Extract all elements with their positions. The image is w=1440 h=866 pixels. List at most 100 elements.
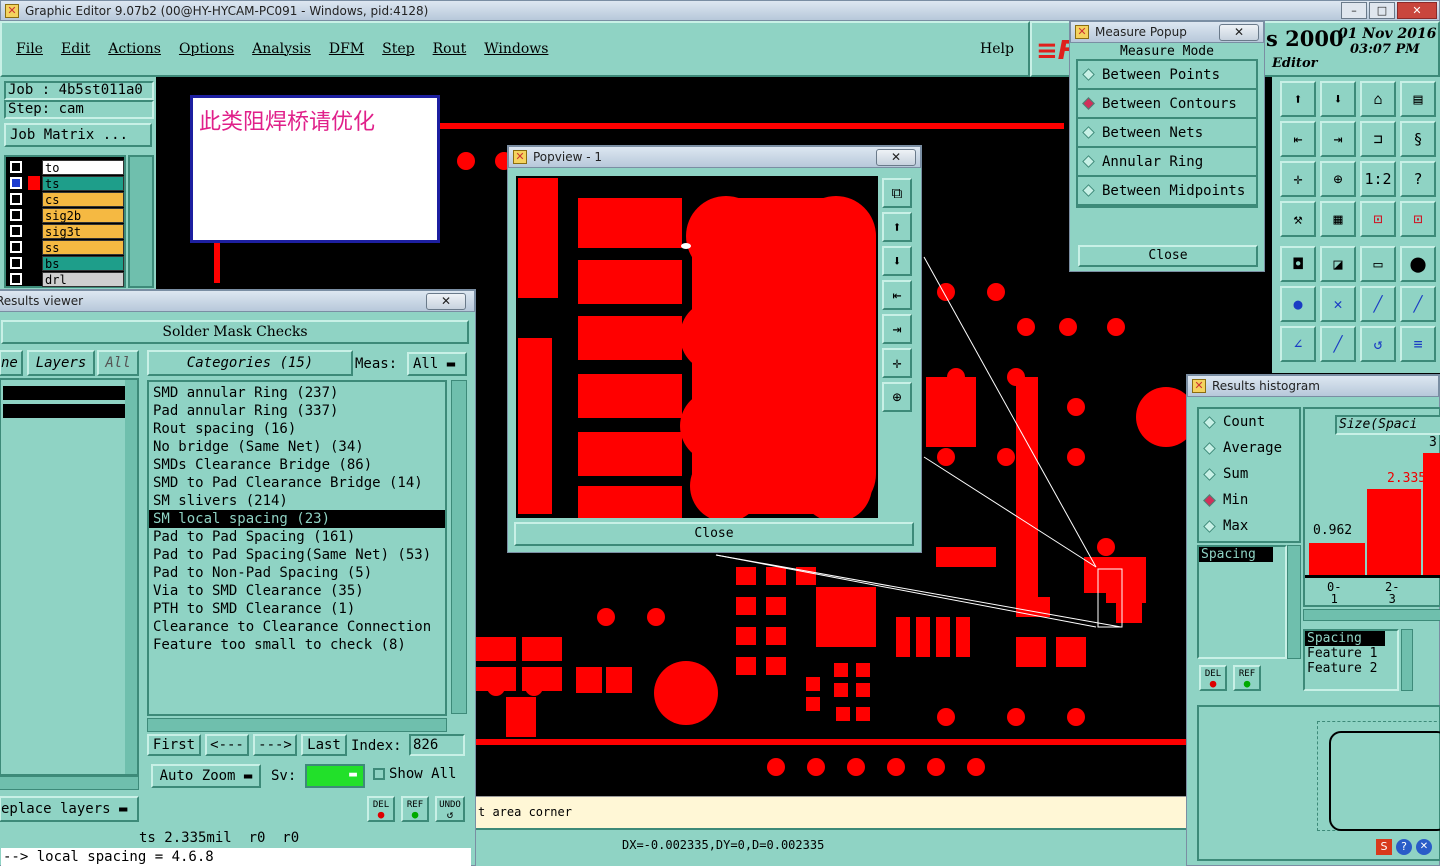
col-all-button[interactable]: All <box>97 350 139 376</box>
layer-list-scrollbar[interactable] <box>128 155 154 288</box>
toolbar-tool-icon[interactable]: ⊕ <box>1320 161 1356 197</box>
menu-step[interactable]: Step <box>382 41 414 57</box>
layer-checkbox[interactable] <box>10 257 22 269</box>
toolbar-tool-icon[interactable]: ⊡ <box>1360 201 1396 237</box>
layer-checkbox[interactable] <box>10 241 22 253</box>
histogram-option[interactable]: Count <box>1199 409 1299 435</box>
layer-row[interactable]: sig2b <box>6 207 124 223</box>
toolbar-tool-icon[interactable]: ⬤ <box>1400 246 1436 282</box>
popview-center-icon[interactable]: ⊕ <box>882 382 912 412</box>
toolbar-tool-icon[interactable]: ╱ <box>1320 326 1356 362</box>
toolbar-tool-icon[interactable]: ◘ <box>1280 246 1316 282</box>
histogram-del-button[interactable]: DEL ● <box>1199 665 1227 691</box>
measure-option[interactable]: Between Nets <box>1078 119 1256 148</box>
popview-zoom-icon[interactable]: ⧉ <box>882 178 912 208</box>
legend-scrollbar[interactable] <box>1401 629 1413 691</box>
histogram-option[interactable]: Max <box>1199 513 1299 539</box>
category-item[interactable]: Pad to Pad Spacing (161) <box>149 528 445 546</box>
sv-color-select[interactable]: ▬ <box>305 764 365 788</box>
measure-option[interactable]: Annular Ring <box>1078 148 1256 177</box>
category-item[interactable]: Clearance to Clearance Connection <box>149 618 445 636</box>
next-button[interactable]: ---> <box>253 734 297 756</box>
category-item[interactable]: SMD annular Ring (237) <box>149 384 445 402</box>
toolbar-tool-icon[interactable]: ⊐ <box>1360 121 1396 157</box>
spacing-list[interactable]: Spacing <box>1197 545 1287 659</box>
toolbar-tool-icon[interactable]: ▭ <box>1360 246 1396 282</box>
toolbar-tool-icon[interactable]: ⇥ <box>1320 121 1356 157</box>
tray-close-icon[interactable]: ✕ <box>1416 839 1432 855</box>
categories-hscroll[interactable] <box>147 718 447 732</box>
close-icon[interactable]: ✕ <box>1397 2 1437 19</box>
popview-down-icon[interactable]: ⬇ <box>882 246 912 276</box>
auto-zoom-select[interactable]: Auto Zoom ▬ <box>151 764 261 788</box>
job-matrix-button[interactable]: Job Matrix ... <box>4 123 152 147</box>
categories-vscroll[interactable] <box>451 380 467 714</box>
prev-button[interactable]: <--- <box>205 734 249 756</box>
results-left-hscroll[interactable] <box>0 776 139 790</box>
categories-button[interactable]: Categories (15) <box>147 350 353 376</box>
popview-close-button[interactable]: Close <box>514 522 914 546</box>
results-left-list[interactable] <box>0 378 139 776</box>
popview-left-icon[interactable]: ⇤ <box>882 280 912 310</box>
layer-checkbox[interactable] <box>10 225 22 237</box>
popview-close-icon[interactable]: ✕ <box>876 149 916 166</box>
toolbar-tool-icon[interactable]: ⇤ <box>1280 121 1316 157</box>
popview-fit-icon[interactable]: ✛ <box>882 348 912 378</box>
menu-dfm[interactable]: DFM <box>329 41 364 57</box>
toolbar-tool-icon[interactable]: ≡ <box>1400 326 1436 362</box>
toolbar-tool-icon[interactable]: ✛ <box>1280 161 1316 197</box>
histogram-option[interactable]: Sum <box>1199 461 1299 487</box>
category-item[interactable]: SM slivers (214) <box>149 492 445 510</box>
category-item[interactable]: Pad annular Ring (337) <box>149 402 445 420</box>
toolbar-tool-icon[interactable]: ╱ <box>1400 286 1436 322</box>
category-item[interactable]: Via to SMD Clearance (35) <box>149 582 445 600</box>
layer-row[interactable]: cs <box>6 191 124 207</box>
measure-option[interactable]: Between Midpoints <box>1078 177 1256 206</box>
toolbar-tool-icon[interactable]: ⊡ <box>1400 201 1436 237</box>
measure-close-button[interactable]: Close <box>1078 245 1258 267</box>
menu-actions[interactable]: Actions <box>108 41 161 57</box>
maximize-icon[interactable]: □ <box>1369 2 1395 19</box>
meas-select[interactable]: All ▬ <box>407 352 467 376</box>
toolbar-tool-icon[interactable]: ▤ <box>1400 81 1436 117</box>
toolbar-tool-icon[interactable]: ✕ <box>1320 286 1356 322</box>
last-button[interactable]: Last <box>301 734 347 756</box>
histogram-ref-button[interactable]: REF ● <box>1233 665 1261 691</box>
measure-option[interactable]: Between Contours <box>1078 90 1256 119</box>
category-item[interactable]: Feature too small to check (8) <box>149 636 445 654</box>
layer-row[interactable]: to <box>6 159 124 175</box>
index-input[interactable]: 826 <box>409 734 465 756</box>
layer-row[interactable]: bs <box>6 255 124 271</box>
measure-option[interactable]: Between Points <box>1078 61 1256 90</box>
results-left-scrollbar[interactable] <box>125 380 137 774</box>
category-item[interactable]: Pad to Non-Pad Spacing (5) <box>149 564 445 582</box>
toolbar-tool-icon[interactable]: ∠ <box>1280 326 1316 362</box>
toolbar-tool-icon[interactable]: ▦ <box>1320 201 1356 237</box>
category-item[interactable]: PTH to SMD Clearance (1) <box>149 600 445 618</box>
spacing-list-item[interactable]: Spacing <box>1199 547 1273 562</box>
layer-checkbox[interactable] <box>10 161 22 173</box>
toolbar-tool-icon[interactable]: ? <box>1400 161 1436 197</box>
menu-help[interactable]: Help <box>980 41 1014 57</box>
histogram-option[interactable]: Min <box>1199 487 1299 513</box>
show-all-checkbox[interactable] <box>373 768 385 780</box>
layer-row[interactable]: ss <box>6 239 124 255</box>
toolbar-tool-icon[interactable]: ⌂ <box>1360 81 1396 117</box>
toolbar-tool-icon[interactable]: ╱ <box>1360 286 1396 322</box>
category-item[interactable]: No bridge (Same Net) (34) <box>149 438 445 456</box>
category-item[interactable]: SMDs Clearance Bridge (86) <box>149 456 445 474</box>
popview-right-icon[interactable]: ⇥ <box>882 314 912 344</box>
toolbar-tool-icon[interactable]: ● <box>1280 286 1316 322</box>
spacing-scrollbar[interactable] <box>1287 545 1301 659</box>
layer-checkbox[interactable] <box>10 273 22 285</box>
del-button[interactable]: DEL ● <box>367 796 395 822</box>
layer-row[interactable]: drl <box>6 271 124 287</box>
layer-checkbox[interactable] <box>10 193 22 205</box>
layer-checkbox[interactable] <box>10 177 22 189</box>
category-item[interactable]: SM local spacing (23) <box>149 510 445 528</box>
toolbar-tool-icon[interactable]: ⬆ <box>1280 81 1316 117</box>
undo-button[interactable]: UNDO ↺ <box>435 796 465 822</box>
toolbar-tool-icon[interactable]: ⚒ <box>1280 201 1316 237</box>
toolbar-tool-icon[interactable]: 1:2 <box>1360 161 1396 197</box>
ref-button[interactable]: REF ● <box>401 796 429 822</box>
